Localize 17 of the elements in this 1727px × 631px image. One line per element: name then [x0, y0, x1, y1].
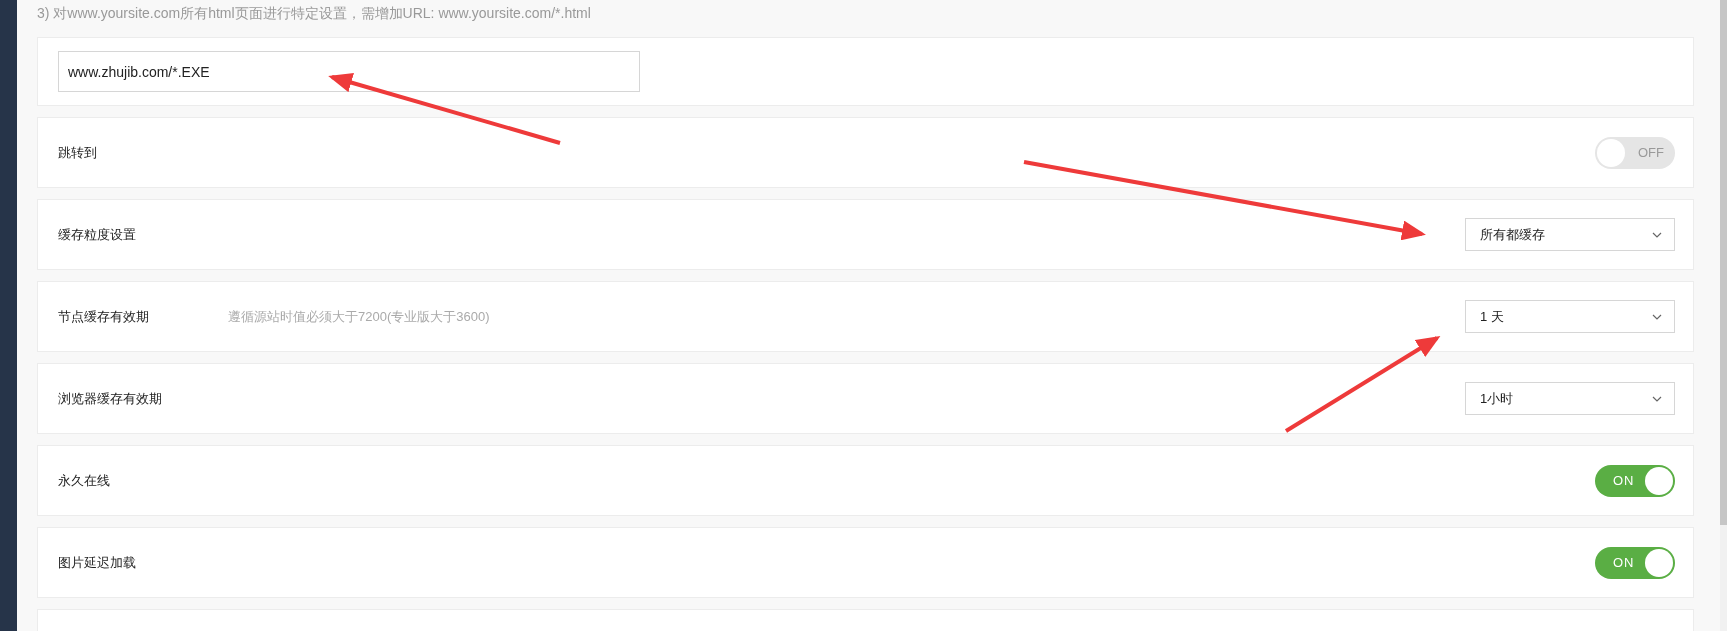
dropdown-select[interactable]: 1小时: [1465, 382, 1675, 415]
scrollbar[interactable]: [1720, 0, 1727, 631]
setting-label: 图片延迟加载: [58, 553, 137, 572]
setting-label: 跳转到: [58, 143, 98, 162]
chevron-down-icon: [1652, 231, 1662, 238]
chevron-down-icon: [1652, 313, 1662, 320]
setting-label: 缓存粒度设置: [58, 225, 137, 244]
scrollbar-thumb[interactable]: [1720, 0, 1727, 525]
setting-label: 浏览器缓存有效期: [58, 389, 163, 408]
setting-label: 节点缓存有效期: [58, 307, 150, 326]
chevron-down-icon: [1652, 395, 1662, 402]
instruction-text: 3) 对www.yoursite.com所有html页面进行特定设置，需增加URL: www.yoursite.com/*.html: [37, 4, 592, 23]
dropdown-select[interactable]: 1 天: [1465, 300, 1675, 333]
url-input-field[interactable]: www.zhujib.com/*.EXE: [58, 51, 640, 92]
dropdown-select[interactable]: 所有都缓存: [1465, 218, 1675, 251]
setting-label: 永久在线: [58, 471, 111, 490]
hint-text: 遵循源站时值必须大于7200(专业版大于3600): [228, 307, 490, 326]
